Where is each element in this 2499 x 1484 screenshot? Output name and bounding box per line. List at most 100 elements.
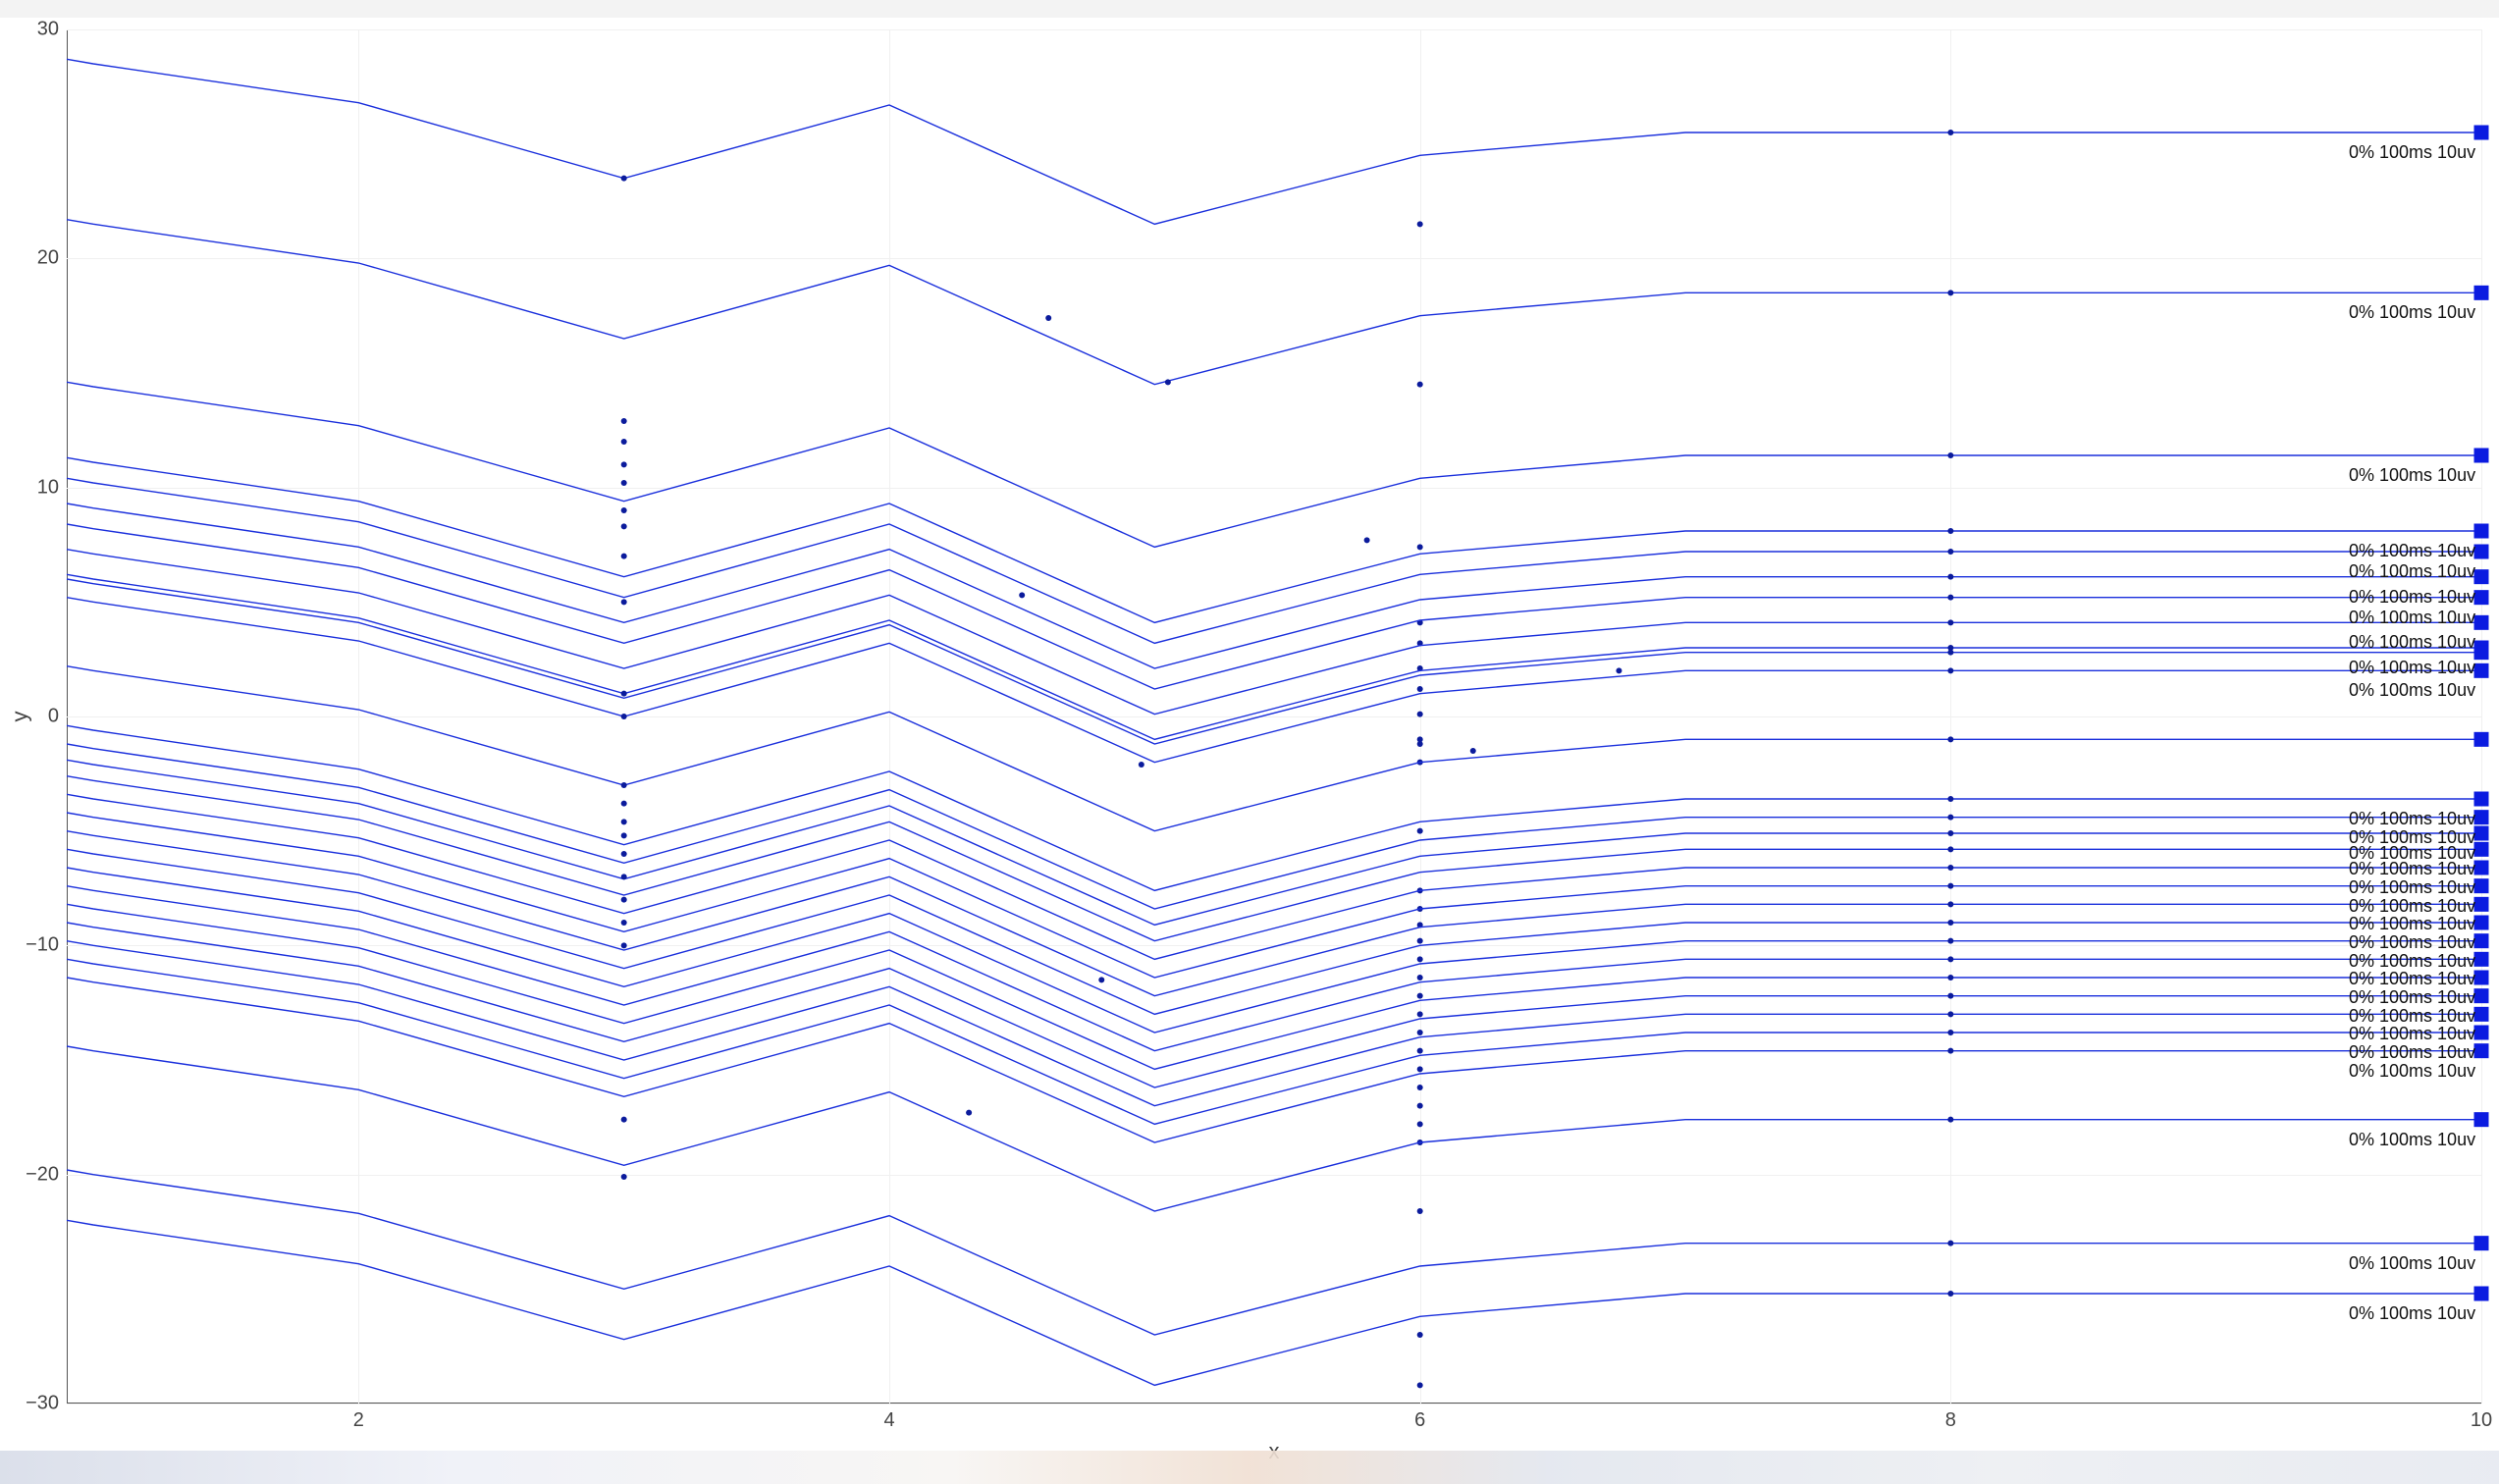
series-line xyxy=(67,478,2481,643)
series-marker xyxy=(621,1174,627,1180)
series-marker xyxy=(621,942,627,948)
series-marker xyxy=(1947,574,1953,580)
series-marker xyxy=(1947,883,1953,889)
series-end-label: 0% 100ms 10uv xyxy=(2349,608,2475,628)
series-marker xyxy=(1417,993,1423,999)
line-chart[interactable]: x y −30−20−1001020302468100% 100ms 10uv0… xyxy=(67,29,2481,1404)
series-marker xyxy=(621,691,627,697)
series-end-marker xyxy=(2474,842,2488,856)
y-tick-label: 20 xyxy=(37,247,59,270)
series-marker xyxy=(1947,650,1953,656)
series-marker xyxy=(621,439,627,445)
series-end-marker xyxy=(2474,646,2488,660)
series-marker xyxy=(621,832,627,838)
series-marker xyxy=(621,782,627,788)
series-marker xyxy=(1947,815,1953,821)
series-marker xyxy=(621,897,627,903)
series-marker xyxy=(621,874,627,879)
series-marker xyxy=(621,176,627,182)
series-line xyxy=(67,760,2481,925)
y-tick-label: 0 xyxy=(48,706,59,728)
series-marker xyxy=(1947,1011,1953,1017)
series-end-label: 0% 100ms 10uv xyxy=(2349,632,2475,653)
series-marker xyxy=(1417,956,1423,962)
series-end-marker xyxy=(2474,934,2488,948)
series-marker xyxy=(621,819,627,824)
series-line xyxy=(67,1046,2481,1211)
y-tick-label: 30 xyxy=(37,19,59,41)
series-end-marker xyxy=(2474,1237,2488,1250)
series-end-label: 0% 100ms 10uv xyxy=(2349,561,2475,582)
series-line xyxy=(67,550,2481,715)
series-marker xyxy=(1947,1048,1953,1054)
series-line xyxy=(67,524,2481,689)
series-marker xyxy=(1947,595,1953,601)
x-tick-label: 2 xyxy=(353,1409,364,1432)
series-end-marker xyxy=(2474,861,2488,874)
series-marker xyxy=(621,920,627,926)
series-marker xyxy=(1947,956,1953,962)
page-root: x y −30−20−1001020302468100% 100ms 10uv0… xyxy=(0,0,2499,1484)
series-marker xyxy=(1417,1085,1423,1090)
series-marker xyxy=(1947,796,1953,802)
series-marker xyxy=(1045,315,1051,321)
series-marker xyxy=(1417,975,1423,980)
series-marker xyxy=(1417,828,1423,834)
series-marker xyxy=(621,599,627,605)
series-end-marker xyxy=(2474,1007,2488,1021)
series-end-label: 0% 100ms 10uv xyxy=(2349,302,2475,323)
series-marker xyxy=(1947,1241,1953,1246)
series-marker xyxy=(966,1110,972,1116)
series-end-marker xyxy=(2474,826,2488,840)
series-end-marker xyxy=(2474,524,2488,538)
top-bar xyxy=(0,0,2499,18)
series-end-marker xyxy=(2474,916,2488,929)
series-marker xyxy=(1947,920,1953,926)
series-end-marker xyxy=(2474,971,2488,984)
series-marker xyxy=(1417,544,1423,550)
series-line xyxy=(67,220,2481,385)
x-tick-label: 4 xyxy=(883,1409,894,1432)
series-marker xyxy=(1947,130,1953,135)
series-marker xyxy=(1947,846,1953,852)
series-end-marker xyxy=(2474,732,2488,746)
series-marker xyxy=(1616,667,1622,673)
series-marker xyxy=(1417,712,1423,717)
series-end-label: 0% 100ms 10uv xyxy=(2349,1061,2475,1082)
series-marker xyxy=(621,480,627,486)
series-end-label: 0% 100ms 10uv xyxy=(2349,1130,2475,1150)
series-end-label: 0% 100ms 10uv xyxy=(2349,1303,2475,1324)
series-marker xyxy=(1417,1103,1423,1109)
series-marker xyxy=(1417,1121,1423,1127)
series-marker xyxy=(1947,830,1953,836)
grid-vertical xyxy=(2481,29,2482,1404)
series-line xyxy=(67,382,2481,547)
series-marker xyxy=(1417,382,1423,388)
series-marker xyxy=(621,801,627,807)
y-tick-label: −10 xyxy=(26,934,59,957)
series-marker xyxy=(1417,741,1423,747)
series-marker xyxy=(1947,975,1953,980)
series-marker xyxy=(1417,686,1423,692)
series-end-label: 0% 100ms 10uv xyxy=(2349,680,2475,701)
x-tick-label: 6 xyxy=(1414,1409,1425,1432)
series-marker xyxy=(1947,528,1953,534)
series-end-marker xyxy=(2474,1044,2488,1058)
series-marker xyxy=(1364,537,1370,543)
series-marker xyxy=(621,461,627,467)
series-marker xyxy=(1165,379,1171,385)
x-tick-label: 8 xyxy=(1945,1409,1956,1432)
bottom-gradient-strip xyxy=(0,1451,2499,1484)
series-svg xyxy=(67,29,2481,1404)
series-marker xyxy=(1417,1382,1423,1388)
y-tick-label: −20 xyxy=(26,1163,59,1186)
series-end-marker xyxy=(2474,952,2488,966)
series-end-marker xyxy=(2474,897,2488,911)
series-line xyxy=(67,666,2481,831)
series-marker xyxy=(1947,667,1953,673)
series-marker xyxy=(621,1117,627,1123)
series-end-marker xyxy=(2474,811,2488,824)
series-marker xyxy=(1470,748,1476,754)
series-end-marker xyxy=(2474,1287,2488,1300)
series-end-label: 0% 100ms 10uv xyxy=(2349,1253,2475,1274)
